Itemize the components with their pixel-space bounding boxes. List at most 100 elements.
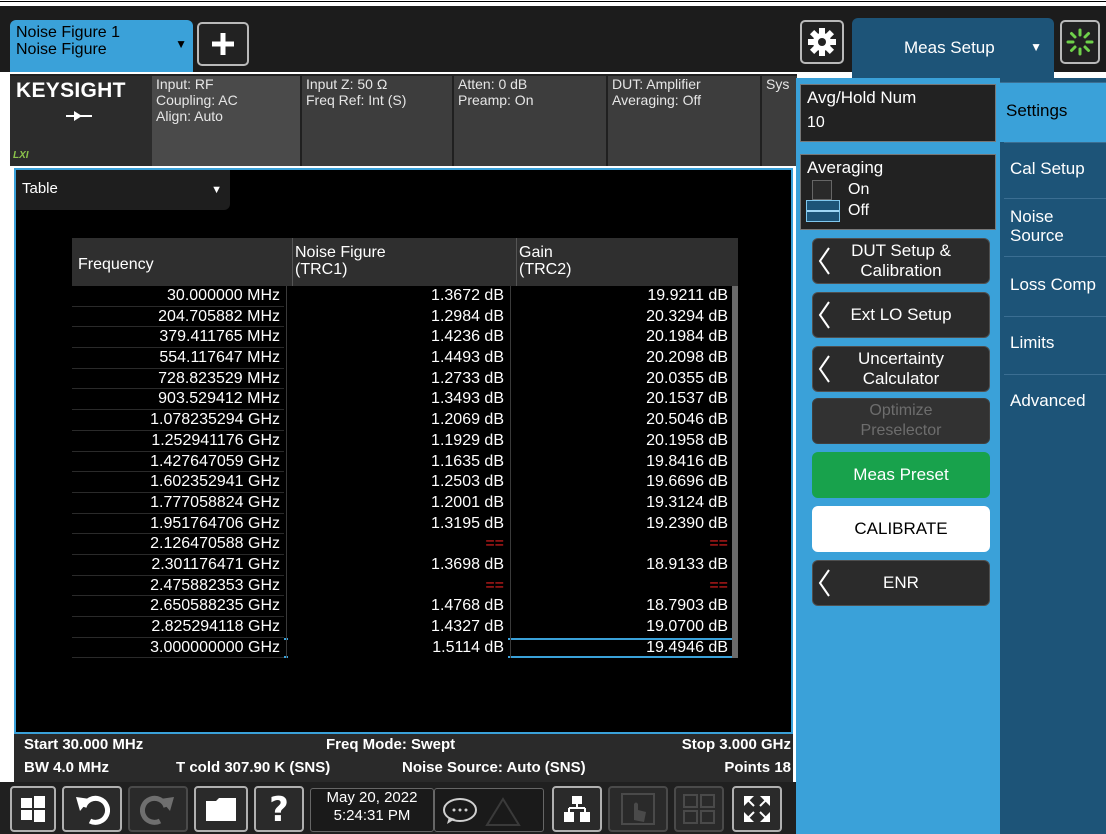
- table-row[interactable]: 728.823529 MHz 1.2733 dB 20.0355 dB: [72, 368, 738, 390]
- table-row[interactable]: 2.650588235 GHz 1.4768 dB 18.7903 dB: [72, 596, 738, 617]
- window-layout-button[interactable]: [552, 786, 602, 832]
- table-row[interactable]: 379.411765 MHz 1.4236 dB 20.1984 dB: [72, 327, 738, 349]
- table-row[interactable]: 1.252941176 GHz 1.1929 dB 20.1958 dB: [72, 430, 738, 452]
- windows-button[interactable]: [10, 786, 56, 832]
- table-scrollbar[interactable]: [732, 286, 738, 658]
- points-count[interactable]: Points 18: [724, 759, 791, 776]
- ext-lo-setup-button[interactable]: Ext LO Setup: [812, 292, 990, 338]
- view-selector[interactable]: Table ▼: [16, 170, 230, 210]
- enr-button[interactable]: ENR: [812, 560, 990, 606]
- fullscreen-button[interactable]: [732, 786, 782, 832]
- averaging-value: Averaging: Off: [612, 92, 701, 108]
- table-row[interactable]: 2.126470588 GHz == ==: [72, 534, 738, 555]
- table-row[interactable]: 30.000000 MHz 1.3672 dB 19.9211 dB: [72, 286, 738, 307]
- gain-cell: 20.2098 dB: [646, 349, 728, 367]
- settings-summary-bar: KEYSIGHT LXI Input: RF Coupling: AC Alig…: [10, 74, 797, 166]
- column-separator: [286, 410, 287, 431]
- dut-settings[interactable]: DUT: Amplifier Averaging: Off: [608, 76, 760, 166]
- measurement-selector[interactable]: Noise Figure 1 Noise Figure ▼: [10, 20, 193, 72]
- column-separator: [510, 492, 511, 514]
- avg-hold-num-field[interactable]: Avg/Hold Num 10: [800, 84, 996, 142]
- view-selected: Table: [22, 180, 58, 197]
- button-label: ENR: [883, 573, 919, 592]
- clock-date: May 20, 2022: [326, 789, 418, 806]
- attenuation-settings[interactable]: Atten: 0 dB Preamp: On: [454, 76, 606, 166]
- tab-settings[interactable]: Settings: [1000, 82, 1106, 142]
- column-separator: [286, 575, 287, 597]
- tab-advanced[interactable]: Advanced: [1004, 374, 1106, 432]
- table-row[interactable]: 2.825294118 GHz 1.4327 dB 19.0700 dB: [72, 617, 738, 638]
- touch-icon: [621, 793, 655, 825]
- busy-indicator-button[interactable]: [1060, 20, 1100, 64]
- noise-figure-cell: 1.4236 dB: [288, 327, 508, 349]
- clock-display[interactable]: May 20, 2022 5:24:31 PM: [310, 788, 434, 832]
- column-separator: [286, 451, 287, 473]
- column-separator: [510, 534, 511, 555]
- system-settings[interactable]: Sys: [762, 76, 797, 166]
- tab-noise-source[interactable]: Noise Source: [1004, 198, 1106, 256]
- dut-setup-calibration-button[interactable]: DUT Setup & Calibration: [812, 238, 990, 284]
- table-row[interactable]: 1.951764706 GHz 1.3195 dB 19.2390 dB: [72, 513, 738, 535]
- noise-source-status[interactable]: Noise Source: Auto (SNS): [402, 759, 586, 776]
- table-body[interactable]: 30.000000 MHz 1.3672 dB 19.9211 dB 204.7058…: [72, 286, 738, 659]
- table-row[interactable]: 2.475882353 GHz == ==: [72, 575, 738, 597]
- menu-selector[interactable]: Meas Setup ▼: [852, 18, 1054, 80]
- button-label: Optimize: [869, 402, 933, 419]
- optimize-preselector-button[interactable]: Optimize Preselector: [812, 398, 990, 444]
- file-button[interactable]: [194, 786, 248, 832]
- column-separator: [510, 368, 511, 390]
- table-row[interactable]: 1.427647059 GHz 1.1635 dB 19.8416 dB: [72, 451, 738, 473]
- frequency-cell: 1.427647059 GHz: [72, 451, 284, 473]
- start-frequency[interactable]: Start 30.000 MHz: [24, 736, 143, 753]
- redo-button[interactable]: [128, 786, 188, 832]
- averaging-on-switch[interactable]: [812, 180, 832, 200]
- calibrate-button[interactable]: CALIBRATE: [812, 506, 990, 552]
- frequency-cell: 1.602352941 GHz: [72, 472, 284, 493]
- t-cold[interactable]: T cold 307.90 K (SNS): [176, 759, 330, 776]
- bandwidth[interactable]: BW 4.0 MHz: [24, 759, 109, 776]
- meas-preset-button[interactable]: Meas Preset: [812, 452, 990, 498]
- undo-button[interactable]: [62, 786, 122, 832]
- multi-window-button[interactable]: [674, 786, 724, 832]
- frequency-cell: 903.529412 MHz: [72, 389, 284, 411]
- freq-mode[interactable]: Freq Mode: Swept: [326, 736, 455, 753]
- stop-frequency[interactable]: Stop 3.000 GHz: [682, 736, 791, 753]
- column-separator: [286, 389, 287, 411]
- input-settings[interactable]: Input: RF Coupling: AC Align: Auto: [152, 76, 300, 166]
- column-separator: [510, 596, 511, 617]
- noise-figure-cell: 1.3698 dB: [288, 554, 508, 576]
- status-bar: Start 30.000 MHz Freq Mode: Swept Stop 3…: [14, 734, 793, 782]
- noise-figure-cell: 1.2984 dB: [288, 306, 508, 328]
- averaging-off-switch[interactable]: [806, 200, 840, 222]
- button-label: Preselector: [860, 422, 942, 439]
- avg-hold-num-value: 10: [807, 114, 825, 131]
- help-button[interactable]: ?: [254, 786, 304, 832]
- table-row[interactable]: 903.529412 MHz 1.3493 dB 20.1537 dB: [72, 389, 738, 411]
- column-separator: [510, 327, 511, 349]
- uncertainty-calculator-button[interactable]: Uncertainty Calculator: [812, 346, 990, 392]
- frequency-cell: 2.650588235 GHz: [72, 596, 284, 617]
- noise-figure-cell: 1.3672 dB: [288, 286, 508, 307]
- table-row[interactable]: 1.078235294 GHz 1.2069 dB 20.5046 dB: [72, 410, 738, 431]
- tab-limits[interactable]: Limits: [1004, 316, 1106, 374]
- column-header-noise-figure: Noise Figure (TRC1): [292, 238, 512, 286]
- touch-button[interactable]: [608, 786, 668, 832]
- table-row[interactable]: 1.777058824 GHz 1.2001 dB 19.3124 dB: [72, 492, 738, 514]
- noise-figure-cell: 1.5114 dB: [288, 637, 508, 659]
- sys-value: Sys: [766, 76, 790, 92]
- plus-icon: [212, 33, 234, 55]
- impedance-settings[interactable]: Input Z: 50 Ω Freq Ref: Int (S): [302, 76, 452, 166]
- system-settings-button[interactable]: [800, 20, 844, 64]
- column-separator: [510, 472, 511, 493]
- tab-loss-comp[interactable]: Loss Comp: [1004, 256, 1106, 316]
- column-separator: [286, 368, 287, 390]
- table-row[interactable]: 204.705882 MHz 1.2984 dB 20.3294 dB: [72, 306, 738, 328]
- table-row[interactable]: 554.117647 MHz 1.4493 dB 20.2098 dB: [72, 348, 738, 369]
- add-measurement-button[interactable]: [197, 22, 249, 66]
- message-area[interactable]: [434, 788, 544, 832]
- frequency-cell: 1.252941176 GHz: [72, 430, 284, 452]
- table-row[interactable]: 2.301176471 GHz 1.3698 dB 18.9133 dB: [72, 554, 738, 576]
- tab-cal-setup[interactable]: Cal Setup: [1004, 142, 1106, 198]
- table-row[interactable]: 3.000000000 GHz 1.5114 dB 19.4946 dB: [72, 637, 738, 659]
- table-row[interactable]: 1.602352941 GHz 1.2503 dB 19.6696 dB: [72, 472, 738, 493]
